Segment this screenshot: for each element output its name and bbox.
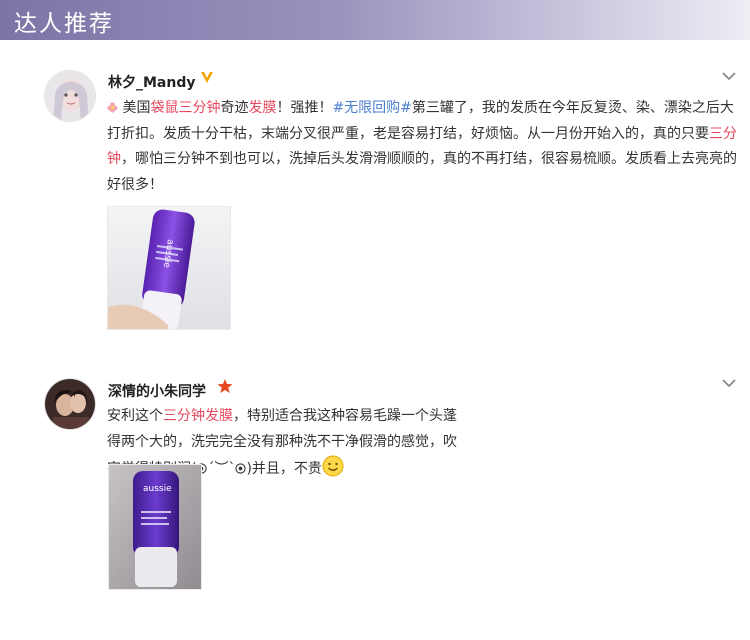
avatar[interactable] — [44, 70, 96, 122]
text-segment: 奇迹 — [220, 100, 249, 116]
text-segment: )并且，不贵 — [246, 461, 322, 477]
post-text: 美国袋鼠三分钟奇迹发膜！强推！#无限回购#第三罐了，我的发质在今年反复烫、染、漂… — [107, 96, 737, 198]
avatar[interactable] — [44, 378, 96, 430]
post-image[interactable]: aussie — [108, 464, 202, 590]
smile-emoji-icon — [322, 455, 344, 477]
text-segment: ，哪怕三分钟不到也可以，洗掉后头发滑滑顺顺的，真的不再打结，很容易梳顺。发质看上… — [107, 151, 737, 193]
highlight-keyword[interactable]: 发膜 — [248, 100, 276, 116]
verified-v-icon — [200, 70, 214, 88]
highlight-keyword[interactable]: 三分钟发膜 — [163, 408, 233, 424]
text-segment: ´︶` — [207, 461, 236, 477]
username[interactable]: 林夕_Mandy — [108, 72, 196, 92]
chevron-down-icon[interactable] — [721, 70, 737, 82]
text-segment: 安利这个 — [107, 408, 163, 424]
chevron-down-icon[interactable] — [721, 377, 737, 389]
text-segment: 美国 — [122, 100, 151, 116]
flower-emoji-icon — [235, 463, 247, 474]
product-logo: aussie — [143, 484, 172, 494]
flower-emoji-icon — [107, 102, 118, 113]
section-header: 达人推荐 — [0, 0, 750, 40]
highlight-keyword[interactable]: 袋鼠三分钟 — [150, 100, 220, 116]
section-title: 达人推荐 — [14, 11, 114, 37]
post-image[interactable]: aussie — [107, 206, 231, 330]
username[interactable]: 深情的小朱同学 — [108, 381, 206, 401]
text-segment: ！强推！ — [276, 100, 333, 116]
red-star-icon — [217, 378, 233, 398]
hashtag-link[interactable]: #无限回购# — [332, 100, 411, 116]
